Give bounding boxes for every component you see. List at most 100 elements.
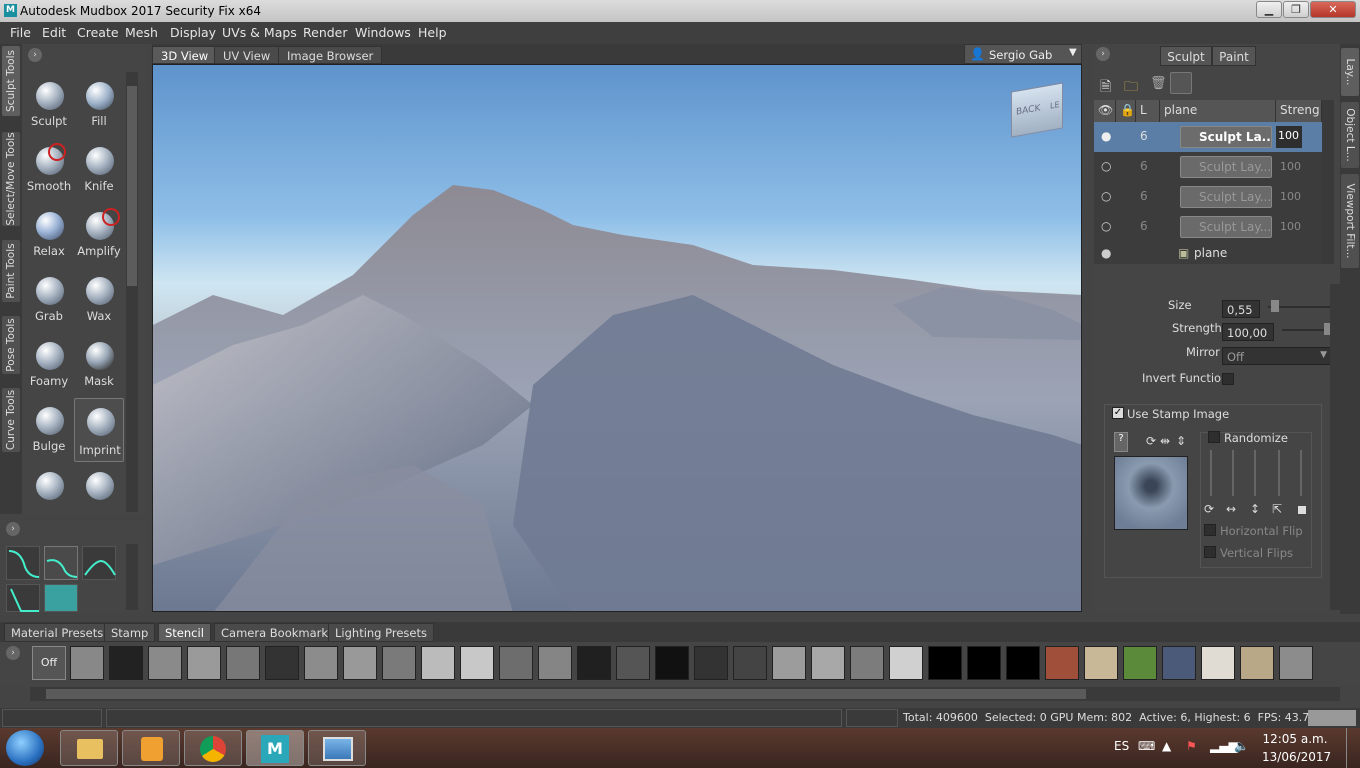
falloff-scrollbar[interactable] (126, 544, 138, 610)
size-field[interactable]: 0,55 (1222, 300, 1260, 318)
layer-menu-icon[interactable] (1170, 72, 1192, 94)
maximize-button[interactable]: ❐ (1283, 1, 1309, 18)
falloff-preset[interactable] (44, 584, 78, 612)
tool-bulge[interactable]: Bulge (24, 401, 74, 465)
menu-create[interactable]: Create (77, 25, 119, 40)
stencil-swatch[interactable] (733, 646, 767, 680)
tab-sculpt-tools[interactable]: Sculpt Tools (2, 46, 20, 116)
stencil-swatch[interactable] (187, 646, 221, 680)
randomize-checkbox[interactable] (1208, 431, 1220, 443)
horizontal-flip-checkbox[interactable] (1204, 524, 1216, 536)
menu-display[interactable]: Display (170, 25, 216, 40)
stencil-swatch[interactable] (1123, 646, 1157, 680)
tab-camera-bookmarks[interactable]: Camera Bookmarks (214, 623, 342, 642)
tool-smooth[interactable]: Smooth (24, 141, 74, 205)
explorer-taskbar-button[interactable] (60, 730, 118, 766)
slider-track[interactable] (1278, 450, 1280, 496)
tray-arrow-icon[interactable]: ▲ (1162, 739, 1171, 753)
viewcube[interactable]: BACK LE (1011, 82, 1063, 138)
slider-track[interactable] (1232, 450, 1234, 496)
flip-horizontal-icon[interactable]: ⇹ (1160, 434, 1170, 448)
tool-sculpt[interactable]: Sculpt (24, 76, 74, 140)
photo-viewer-taskbar-button[interactable] (308, 730, 366, 766)
layer-name[interactable]: Sculpt Lay... (1180, 156, 1272, 178)
tab-uv-view[interactable]: UV View (214, 46, 280, 64)
tab-3d-view[interactable]: 3D View (152, 46, 218, 64)
tab-pose-tools[interactable]: Pose Tools (2, 316, 20, 374)
falloff-preset[interactable] (6, 584, 40, 612)
use-stamp-checkbox[interactable]: ✓ (1112, 407, 1124, 419)
vertical-flip-checkbox[interactable] (1204, 546, 1216, 558)
stencil-swatch[interactable] (265, 646, 299, 680)
stencil-swatch[interactable] (811, 646, 845, 680)
properties-scrollbar[interactable] (1330, 284, 1340, 610)
3d-viewport[interactable]: BACK LE (152, 64, 1082, 612)
stamp-help-icon[interactable]: ? (1114, 432, 1128, 452)
stencil-swatch[interactable] (1006, 646, 1040, 680)
layer-name[interactable]: Sculpt Lay... (1180, 216, 1272, 238)
close-button[interactable]: ✕ (1310, 1, 1356, 18)
trash-icon[interactable]: 🗑 (1150, 76, 1167, 91)
layer-row[interactable]: ○ 6 Sculpt Lay... 100 (1094, 182, 1322, 212)
tab-paint-tools[interactable]: Paint Tools (2, 240, 20, 302)
folder-icon[interactable]: 🗀 (1124, 76, 1138, 100)
tool-amplify[interactable]: Amplify (74, 206, 124, 270)
start-button[interactable] (6, 730, 44, 766)
layer-scrollbar[interactable] (1322, 100, 1334, 264)
stencil-swatch[interactable] (382, 646, 416, 680)
tab-select-move-tools[interactable]: Select/Move Tools (2, 132, 20, 226)
menu-mesh[interactable]: Mesh (125, 25, 158, 40)
v-arrows-icon[interactable]: ↕ (1250, 502, 1260, 516)
show-desktop-button[interactable] (1346, 728, 1360, 768)
layer-strength[interactable]: 100 (1276, 126, 1302, 148)
stamp-thumbnail[interactable] (1114, 456, 1188, 530)
mudbox-taskbar-button[interactable]: M (246, 730, 304, 766)
clock-date[interactable]: 13/06/2017 (1262, 750, 1331, 764)
visibility-dot-icon[interactable]: ○ (1101, 159, 1111, 173)
chrome-taskbar-button[interactable] (184, 730, 242, 766)
stencil-swatch[interactable] (1084, 646, 1118, 680)
menu-windows[interactable]: Windows (355, 25, 411, 40)
stencil-swatch[interactable] (850, 646, 884, 680)
stencil-swatch[interactable] (655, 646, 689, 680)
tab-object-list[interactable]: Object L... (1341, 102, 1359, 168)
visibility-dot-icon[interactable]: ○ (1101, 189, 1111, 203)
tool-relax[interactable]: Relax (24, 206, 74, 270)
layer-strength[interactable]: 100 (1280, 160, 1301, 173)
layer-row-base[interactable]: ● ▣ plane (1094, 242, 1322, 264)
tool-fill[interactable]: Fill (74, 76, 124, 140)
layer-strength[interactable]: 100 (1280, 220, 1301, 233)
scrollbar-thumb[interactable] (46, 689, 1086, 699)
media-player-taskbar-button[interactable] (122, 730, 180, 766)
scrollbar-thumb[interactable] (127, 86, 137, 286)
stencil-swatch[interactable] (226, 646, 260, 680)
visibility-dot-icon[interactable]: ● (1101, 246, 1111, 260)
stencil-swatch[interactable] (772, 646, 806, 680)
tab-layers[interactable]: Lay... (1341, 48, 1359, 96)
menu-file[interactable]: File (10, 25, 31, 40)
tool-grab[interactable]: Grab (24, 271, 74, 335)
strength-field[interactable]: 100,00 (1222, 323, 1274, 341)
visibility-dot-icon[interactable]: ● (1101, 129, 1111, 143)
tab-viewport-filters[interactable]: Viewport Filt... (1341, 174, 1359, 268)
stencil-swatch[interactable] (889, 646, 923, 680)
tab-stencil[interactable]: Stencil (158, 623, 211, 642)
flip-vertical-icon[interactable]: ⇕ (1176, 434, 1186, 448)
stencil-swatch[interactable] (1279, 646, 1313, 680)
slider-track[interactable] (1210, 450, 1212, 496)
stencil-swatch[interactable] (1045, 646, 1079, 680)
falloff-preset[interactable] (82, 546, 116, 580)
stencil-swatch[interactable] (70, 646, 104, 680)
tab-image-browser[interactable]: Image Browser (278, 46, 383, 64)
clock-time[interactable]: 12:05 a.m. (1262, 732, 1328, 746)
minimize-button[interactable]: ▁ (1256, 1, 1282, 18)
volume-icon[interactable]: 🔈 (1234, 739, 1249, 753)
tab-material-presets[interactable]: Material Presets (4, 623, 111, 642)
slider-track[interactable] (1254, 450, 1256, 496)
tool-foamy[interactable]: Foamy (24, 336, 74, 400)
invert-function-checkbox[interactable] (1222, 373, 1234, 385)
collapse-arrow-icon[interactable]: › (1096, 47, 1110, 61)
stencil-swatch[interactable] (1201, 646, 1235, 680)
tool-wax[interactable]: Wax (74, 271, 124, 335)
visibility-dot-icon[interactable]: ○ (1101, 219, 1111, 233)
